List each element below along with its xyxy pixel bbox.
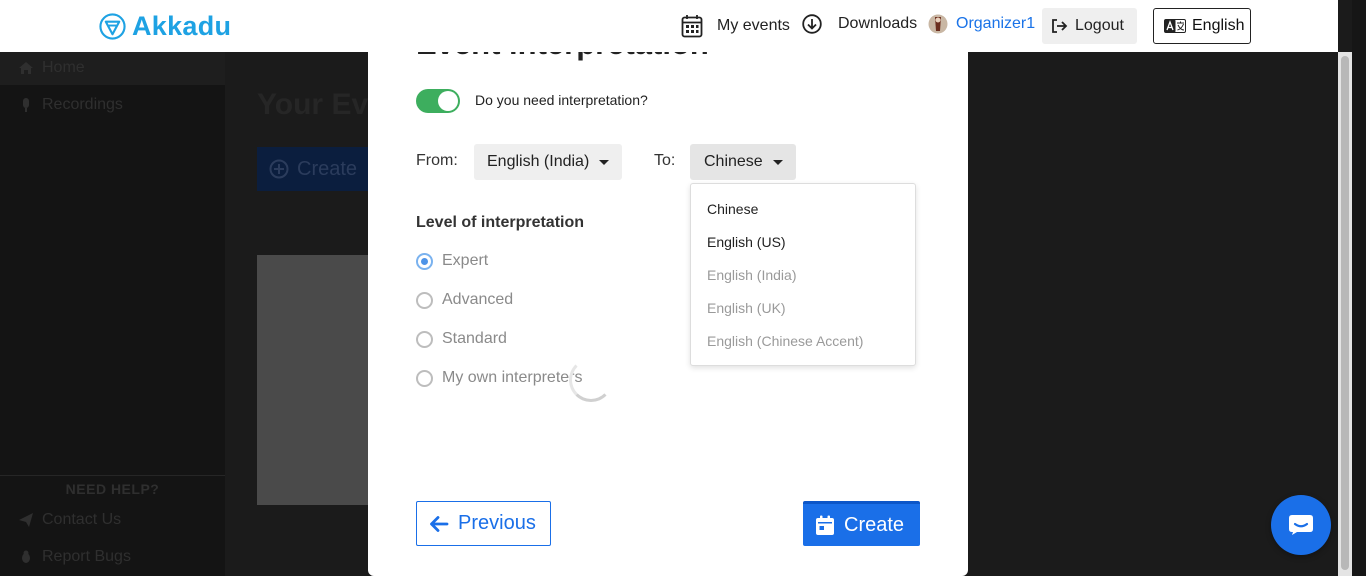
- interpretation-toggle-label: Do you need interpretation?: [475, 92, 648, 108]
- paper-plane-icon: [19, 513, 33, 527]
- event-interpretation-modal: Event interpretation Do you need interpr…: [368, 0, 968, 576]
- sidebar-item-label: Home: [42, 59, 85, 76]
- to-language-select[interactable]: Chinese: [690, 144, 796, 180]
- top-navbar: Akkadu My events Downloads Organizer1 Lo…: [0, 0, 1338, 52]
- to-language-value: Chinese: [704, 153, 763, 170]
- language-button[interactable]: English: [1153, 8, 1251, 44]
- nav-my-events-label: My events: [717, 17, 790, 34]
- language-label: English: [1192, 17, 1245, 34]
- contact-us-link[interactable]: Contact Us: [18, 511, 121, 529]
- chat-icon: [1289, 515, 1313, 535]
- level-option-advanced[interactable]: Advanced: [416, 291, 513, 309]
- level-option-own-interpreters[interactable]: My own interpreters: [416, 369, 583, 387]
- level-option-expert[interactable]: Expert: [416, 252, 488, 270]
- level-option-label: Expert: [442, 252, 489, 269]
- background-page-title: Your Ev: [257, 88, 369, 121]
- chat-button[interactable]: [1271, 495, 1331, 555]
- radio-button[interactable]: [416, 291, 433, 309]
- background-create-button: Create: [257, 147, 377, 191]
- from-language-value: English (India): [487, 153, 590, 170]
- logout-label: Logout: [1075, 17, 1124, 34]
- need-help-heading: NEED HELP?: [65, 481, 160, 497]
- sidebar: [0, 52, 225, 576]
- nav-downloads[interactable]: Downloads: [802, 14, 917, 34]
- plus-circle-icon: [269, 159, 289, 179]
- background-create-label: Create: [297, 157, 358, 180]
- previous-label: Previous: [458, 512, 536, 534]
- previous-button[interactable]: Previous: [416, 501, 551, 546]
- bug-icon: [22, 550, 30, 563]
- caret-down-icon: [599, 160, 609, 165]
- radio-button[interactable]: [416, 330, 433, 348]
- create-button[interactable]: Create: [803, 501, 920, 546]
- dropdown-option-english-chinese-accent: English (Chinese Accent): [707, 333, 864, 349]
- language-icon: [1164, 19, 1186, 33]
- create-label: Create: [844, 513, 905, 536]
- from-language-select[interactable]: English (India): [474, 144, 622, 180]
- logout-icon: [1052, 19, 1068, 33]
- loading-spinner: [569, 358, 613, 402]
- background-event-card: [257, 255, 377, 505]
- scrollbar-thumb[interactable]: [1341, 56, 1349, 570]
- calendar-icon: [681, 15, 703, 38]
- toggle-knob: [438, 91, 458, 111]
- sidebar-item-label: Recordings: [42, 96, 123, 113]
- dropdown-option-chinese[interactable]: Chinese: [707, 201, 758, 217]
- level-option-standard[interactable]: Standard: [416, 330, 507, 348]
- interpretation-toggle[interactable]: [416, 89, 460, 113]
- caret-down-icon: [773, 160, 783, 165]
- calendar-icon: [816, 515, 834, 535]
- to-label: To:: [654, 152, 676, 169]
- radio-button[interactable]: [416, 369, 433, 387]
- level-option-label: My own interpreters: [442, 369, 583, 386]
- nav-my-events[interactable]: My events: [681, 14, 790, 38]
- home-icon: [19, 62, 33, 74]
- sidebar-item-home[interactable]: Home: [18, 59, 85, 77]
- dropdown-option-english-india: English (India): [707, 267, 797, 283]
- dropdown-option-english-us[interactable]: English (US): [707, 234, 786, 250]
- nav-user[interactable]: Organizer1: [928, 14, 1035, 34]
- window-edge: [1352, 0, 1366, 576]
- download-icon: [802, 14, 822, 34]
- logout-button[interactable]: Logout: [1042, 8, 1137, 44]
- radio-button[interactable]: [416, 252, 433, 270]
- arrow-left-icon: [430, 515, 449, 532]
- nav-downloads-label: Downloads: [838, 15, 918, 32]
- from-label: From:: [416, 152, 458, 169]
- akkadu-logo-icon: [99, 13, 126, 40]
- microphone-icon: [23, 98, 29, 112]
- sidebar-item-recordings[interactable]: Recordings: [18, 96, 123, 114]
- nav-user-name: Organizer1: [956, 15, 1036, 32]
- sidebar-divider: [0, 475, 225, 476]
- level-of-interpretation-heading: Level of interpretation: [416, 214, 585, 231]
- level-option-label: Standard: [442, 330, 507, 347]
- contact-us-label: Contact Us: [42, 511, 122, 528]
- dropdown-option-english-uk: English (UK): [707, 300, 786, 316]
- report-bugs-link[interactable]: Report Bugs: [18, 548, 131, 566]
- akkadu-logo[interactable]: Akkadu: [99, 11, 231, 42]
- to-language-dropdown-menu: Chinese English (US) English (India) Eng…: [690, 183, 916, 366]
- level-option-label: Advanced: [442, 291, 514, 308]
- avatar: [928, 14, 948, 34]
- report-bugs-label: Report Bugs: [42, 548, 131, 565]
- logo-text: Akkadu: [132, 11, 232, 41]
